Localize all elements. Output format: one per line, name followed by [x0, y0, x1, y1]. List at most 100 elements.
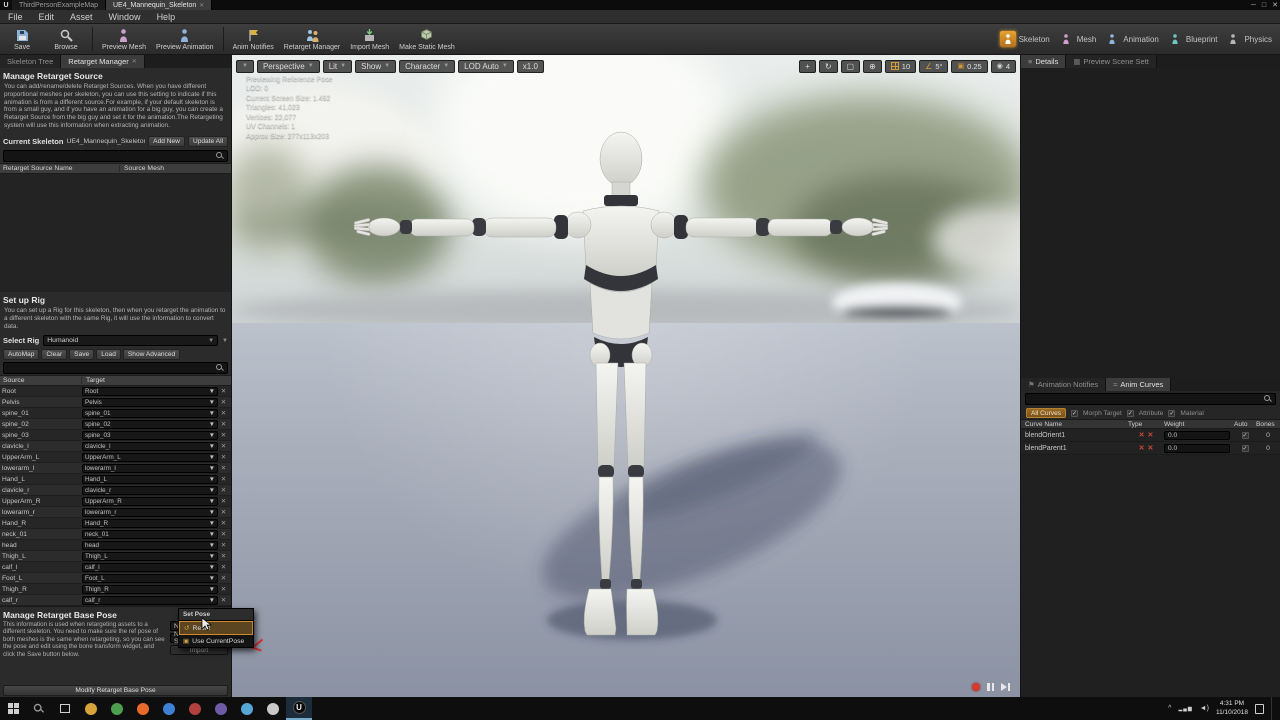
bone-target-dropdown[interactable]: Hand_L▼ [82, 475, 218, 484]
task-view-button[interactable] [52, 697, 78, 720]
window-tab-map[interactable]: ThirdPersonExampleMap [12, 0, 106, 10]
bone-target-dropdown[interactable]: Thigh_R▼ [82, 585, 218, 594]
clear-bone-button[interactable]: ✕ [218, 431, 229, 439]
taskbar-app-icon[interactable] [234, 697, 260, 720]
all-curves-filter-button[interactable]: All Curves [1026, 408, 1066, 418]
bone-mapping-row[interactable]: UpperArm_L UpperArm_L▼ ✕ [0, 452, 231, 463]
bone-target-dropdown[interactable]: clavicle_l▼ [82, 442, 218, 451]
auto-checkbox[interactable]: ✓ [1242, 432, 1249, 439]
mode-blueprint[interactable]: Blueprint [1167, 31, 1218, 47]
bone-mapping-row[interactable]: Thigh_R Thigh_R▼ ✕ [0, 584, 231, 595]
scale-tool-button[interactable]: ▢ [841, 60, 861, 73]
bone-target-dropdown[interactable]: lowerarm_r▼ [82, 508, 218, 517]
clear-bone-button[interactable]: ✕ [218, 530, 229, 538]
clear-bone-button[interactable]: ✕ [218, 387, 229, 395]
clear-bone-button[interactable]: ✕ [218, 585, 229, 593]
anim-notifies-button[interactable]: Anim Notifies [228, 24, 279, 54]
preview-mesh-button[interactable]: Preview Mesh [97, 24, 151, 54]
tab-anim-curves[interactable]: ≈Anim Curves [1106, 378, 1171, 391]
menu-item[interactable]: Window [101, 11, 149, 23]
tab-retarget-manager[interactable]: Retarget Manager✕ [61, 55, 144, 68]
morph-target-checkbox[interactable]: ✓ [1071, 410, 1078, 417]
bone-target-dropdown[interactable]: Hand_R▼ [82, 519, 218, 528]
column-retarget-source-name[interactable]: Retarget Source Name [0, 165, 120, 172]
bone-mapping-row[interactable]: spine_03 spine_03▼ ✕ [0, 430, 231, 441]
bone-target-dropdown[interactable]: head▼ [82, 541, 218, 550]
lod-auto-button[interactable]: LOD Auto▼ [458, 60, 514, 73]
menu-item[interactable]: File [0, 11, 31, 23]
menu-item-reset[interactable]: ↺Reset [179, 621, 253, 635]
tab-details[interactable]: ≡Details [1021, 55, 1066, 68]
bone-mapping-row[interactable]: Hand_R Hand_R▼ ✕ [0, 518, 231, 529]
column-bones[interactable]: Bones [1256, 421, 1280, 428]
automap-button[interactable]: AutoMap [3, 349, 39, 360]
volume-icon[interactable]: ◄) [1200, 705, 1209, 712]
bone-mapping-row[interactable]: spine_01 spine_01▼ ✕ [0, 408, 231, 419]
bone-mapping-row[interactable]: Foot_L Foot_L▼ ✕ [0, 573, 231, 584]
bone-target-dropdown[interactable]: spine_02▼ [82, 420, 218, 429]
column-weight[interactable]: Weight [1164, 421, 1234, 428]
close-button[interactable]: ✕ [1272, 1, 1278, 9]
window-tab-skeleton[interactable]: UE4_Mannequin_Skeleton✕ [106, 0, 212, 10]
viewport-options-button[interactable]: ▼ [236, 60, 254, 73]
curve-weight-input[interactable]: 0.0 [1164, 431, 1230, 440]
morph-flag-icon[interactable]: ✕ [1139, 431, 1145, 439]
column-target[interactable]: Target [82, 377, 105, 384]
bone-mapping-row[interactable]: calf_l calf_l▼ ✕ [0, 562, 231, 573]
curves-search-input[interactable] [1025, 393, 1276, 405]
clear-bone-button[interactable]: ✕ [218, 453, 229, 461]
bone-target-dropdown[interactable]: neck_01▼ [82, 530, 218, 539]
bone-target-dropdown[interactable]: Thigh_L▼ [82, 552, 218, 561]
bone-mapping-row[interactable]: lowerarm_r lowerarm_r▼ ✕ [0, 507, 231, 518]
bone-mapping-row[interactable]: clavicle_r clavicle_r▼ ✕ [0, 485, 231, 496]
menu-item-use-current-pose[interactable]: ▣Use CurrentPose [179, 635, 253, 647]
retarget-source-list[interactable] [0, 174, 231, 292]
auto-checkbox[interactable]: ✓ [1242, 445, 1249, 452]
bone-mapping-row[interactable]: UpperArm_R UpperArm_R▼ ✕ [0, 496, 231, 507]
clear-bone-button[interactable]: ✕ [218, 497, 229, 505]
tab-animation-notifies[interactable]: ⚑Animation Notifies [1021, 378, 1106, 391]
mode-skeleton[interactable]: Skeleton [1000, 31, 1050, 47]
material-flag-icon[interactable]: ✕ [1148, 431, 1154, 439]
menu-item[interactable]: Asset [62, 11, 101, 23]
taskbar-app-icon[interactable] [182, 697, 208, 720]
make-static-mesh-button[interactable]: Make Static Mesh [394, 24, 460, 54]
start-button[interactable] [0, 697, 26, 720]
close-tab-icon[interactable]: ✕ [132, 58, 137, 65]
lit-button[interactable]: Lit▼ [323, 60, 352, 73]
clear-button[interactable]: Clear [41, 349, 67, 360]
taskbar-app-icon[interactable] [104, 697, 130, 720]
bone-target-dropdown[interactable]: Pelvis▼ [82, 398, 218, 407]
clear-bone-button[interactable]: ✕ [218, 552, 229, 560]
bone-mapping-row[interactable]: lowerarm_l lowerarm_l▼ ✕ [0, 463, 231, 474]
clear-bone-button[interactable]: ✕ [218, 398, 229, 406]
bone-target-dropdown[interactable]: lowerarm_l▼ [82, 464, 218, 473]
clear-bone-button[interactable]: ✕ [218, 409, 229, 417]
browse-button[interactable]: Browse [44, 24, 88, 54]
column-curve-name[interactable]: Curve Name [1021, 421, 1128, 428]
attribute-checkbox[interactable]: ✓ [1127, 410, 1134, 417]
clear-bone-button[interactable]: ✕ [218, 420, 229, 428]
clear-bone-button[interactable]: ✕ [218, 541, 229, 549]
curve-row[interactable]: blendOrient1 ✕✕ 0.0 ✓ 0 [1021, 429, 1280, 442]
taskbar-app-icon[interactable] [130, 697, 156, 720]
morph-flag-icon[interactable]: ✕ [1139, 444, 1145, 452]
taskbar-clock[interactable]: 4:31 PM 11/10/2018 [1216, 700, 1248, 718]
3d-viewport[interactable]: ▼ Perspective▼ Lit▼ Show▼ Character▼ LOD… [232, 55, 1020, 697]
column-source[interactable]: Source [0, 377, 82, 384]
bone-target-dropdown[interactable]: calf_l▼ [82, 563, 218, 572]
minimize-button[interactable]: ─ [1251, 2, 1256, 9]
coordinate-system-button[interactable]: ⊕ [863, 60, 882, 73]
show-button[interactable]: Show▼ [355, 60, 396, 73]
clear-bone-button[interactable]: ✕ [218, 574, 229, 582]
character-button[interactable]: Character▼ [399, 60, 455, 73]
perspective-button[interactable]: Perspective▼ [257, 60, 320, 73]
translate-tool-button[interactable]: + [799, 60, 816, 73]
tab-preview-scene-settings[interactable]: ▦Preview Scene Sett [1066, 55, 1157, 68]
clear-bone-button[interactable]: ✕ [218, 475, 229, 483]
save-rig-button[interactable]: Save [69, 349, 94, 360]
taskbar-app-icon[interactable] [156, 697, 182, 720]
clear-bone-button[interactable]: ✕ [218, 508, 229, 516]
show-advanced-button[interactable]: Show Advanced [123, 349, 180, 360]
curve-weight-input[interactable]: 0.0 [1164, 444, 1230, 453]
